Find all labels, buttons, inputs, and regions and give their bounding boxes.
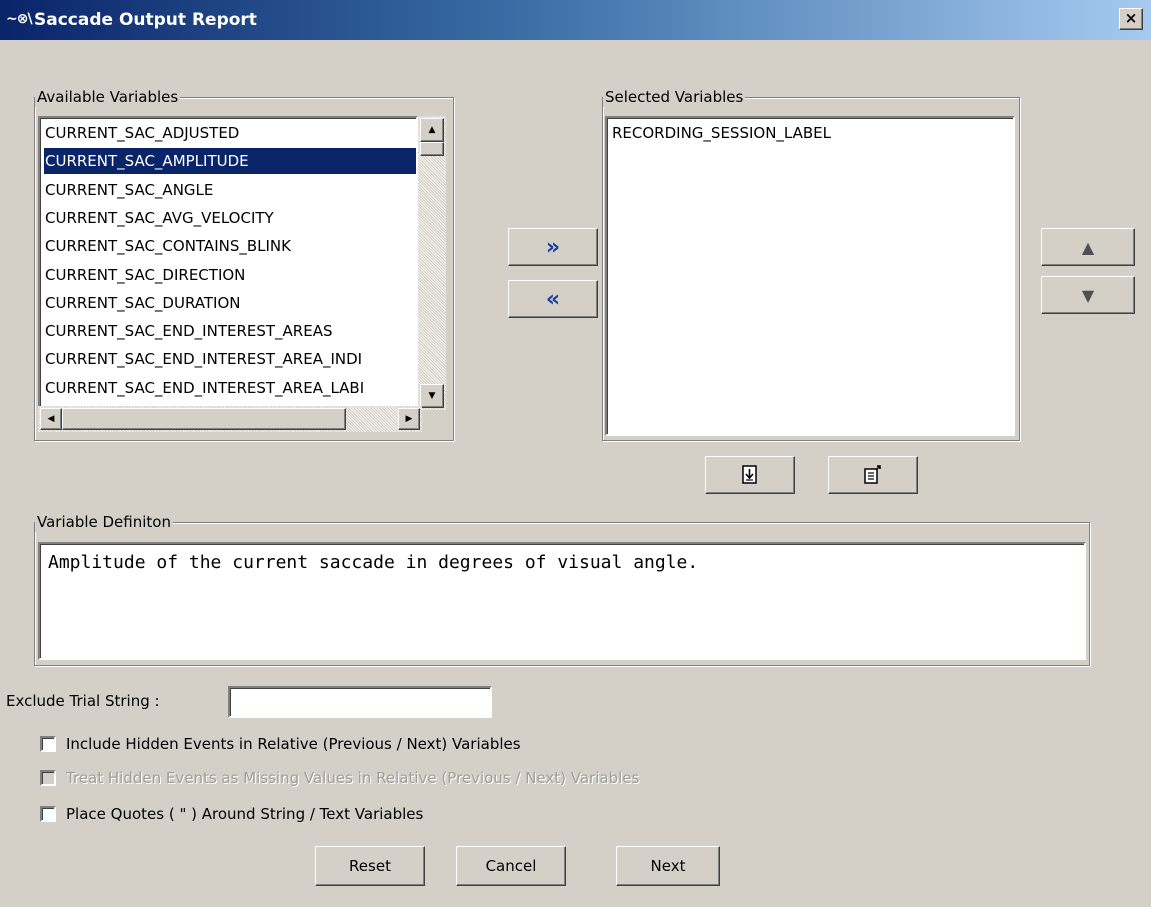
available-variable-item[interactable]: CURRENT_SAC_DURATION xyxy=(44,290,416,316)
treat-hidden-missing-option: Treat Hidden Events as Missing Values in… xyxy=(40,768,639,788)
title-bar[interactable]: ~⊗\ Saccade Output Report × xyxy=(0,0,1151,40)
triangle-down-icon: ▼ xyxy=(1081,285,1095,305)
available-vscrollbar[interactable]: ▲ ▼ xyxy=(418,116,446,410)
include-hidden-events-label: Include Hidden Events in Relative (Previ… xyxy=(66,735,521,753)
place-quotes-checkbox[interactable] xyxy=(40,806,56,822)
available-variable-item[interactable]: CURRENT_SAC_ANGLE xyxy=(44,177,416,203)
save-list-button[interactable] xyxy=(828,456,918,494)
remove-variable-button[interactable]: « xyxy=(508,280,598,318)
scroll-thumb[interactable] xyxy=(420,142,444,156)
variable-definition-legend: Variable Definiton xyxy=(35,512,173,532)
load-list-icon xyxy=(742,465,757,484)
available-variables-list[interactable]: CURRENT_SAC_ADJUSTED CURRENT_SAC_AMPLITUD… xyxy=(38,116,418,410)
available-variable-item[interactable]: CURRENT_SAC_DIRECTION xyxy=(44,262,416,288)
selected-variable-item[interactable]: RECORDING_SESSION_LABEL xyxy=(611,120,832,146)
cancel-button[interactable]: Cancel xyxy=(456,846,566,886)
definition-text: Amplitude of the current saccade in degr… xyxy=(48,552,699,573)
next-button[interactable]: Next xyxy=(616,846,720,886)
treat-hidden-missing-checkbox xyxy=(40,770,56,786)
exclude-trial-string-label: Exclude Trial String : xyxy=(6,692,160,710)
available-variable-item[interactable]: CURRENT_SAC_END_INTEREST_AREA_LABI xyxy=(44,375,416,401)
place-quotes-label: Place Quotes ( " ) Around String / Text … xyxy=(66,805,424,823)
place-quotes-option[interactable]: Place Quotes ( " ) Around String / Text … xyxy=(40,804,423,824)
selected-variables-list[interactable]: RECORDING_SESSION_LABEL xyxy=(605,116,1015,436)
move-down-button[interactable]: ▼ xyxy=(1041,276,1135,314)
available-variable-item[interactable]: CURRENT_SAC_AMPLITUDE xyxy=(44,148,416,175)
include-hidden-events-option[interactable]: Include Hidden Events in Relative (Previ… xyxy=(40,734,521,754)
scrollbar-track[interactable] xyxy=(418,116,446,410)
close-icon: × xyxy=(1124,9,1138,27)
reset-button[interactable]: Reset xyxy=(315,846,425,886)
available-variable-item[interactable]: CURRENT_SAC_AVG_VELOCITY xyxy=(44,205,416,231)
save-list-icon xyxy=(864,465,881,484)
scroll-down-button[interactable]: ▼ xyxy=(420,384,444,408)
move-up-button[interactable]: ▲ xyxy=(1041,228,1135,266)
scroll-right-icon: ▶ xyxy=(405,414,413,424)
scroll-down-icon: ▼ xyxy=(428,391,436,401)
scroll-left-button[interactable]: ◀ xyxy=(40,408,62,430)
close-button[interactable]: × xyxy=(1119,8,1143,30)
triangle-up-icon: ▲ xyxy=(1081,237,1095,257)
load-list-button[interactable] xyxy=(705,456,795,494)
next-button-label: Next xyxy=(650,857,686,875)
available-variable-item[interactable]: CURRENT_SAC_CONTAINS_BLINK xyxy=(44,233,416,259)
eye-wave-icon: ~⊗\ xyxy=(6,11,33,27)
available-hscrollbar[interactable]: ◀ ▶ xyxy=(38,406,446,432)
scroll-right-button[interactable]: ▶ xyxy=(398,408,420,430)
add-variable-button[interactable]: » xyxy=(508,228,598,266)
double-chevron-right-icon: » xyxy=(545,234,561,260)
double-chevron-left-icon: « xyxy=(545,286,561,312)
treat-hidden-missing-label: Treat Hidden Events as Missing Values in… xyxy=(66,769,640,787)
exclude-trial-string-input[interactable] xyxy=(228,686,492,718)
scroll-left-icon: ◀ xyxy=(47,414,55,424)
available-variable-item[interactable]: CURRENT_SAC_END_INTEREST_AREA_INDI xyxy=(44,346,416,372)
scroll-up-button[interactable]: ▲ xyxy=(420,118,444,142)
include-hidden-events-checkbox[interactable] xyxy=(40,736,56,752)
scroll-up-icon: ▲ xyxy=(428,125,436,135)
available-variable-item[interactable]: CURRENT_SAC_ADJUSTED xyxy=(44,120,416,146)
variable-definition-text: Amplitude of the current saccade in degr… xyxy=(38,542,1086,660)
selected-variables-legend: Selected Variables xyxy=(603,87,746,107)
cancel-button-label: Cancel xyxy=(485,857,537,875)
available-variables-legend: Available Variables xyxy=(35,87,181,107)
hscroll-thumb[interactable] xyxy=(62,408,346,430)
available-variable-item[interactable]: CURRENT_SAC_END_INTEREST_AREAS xyxy=(44,318,416,344)
window-title: Saccade Output Report xyxy=(34,10,257,30)
reset-button-label: Reset xyxy=(349,857,391,875)
